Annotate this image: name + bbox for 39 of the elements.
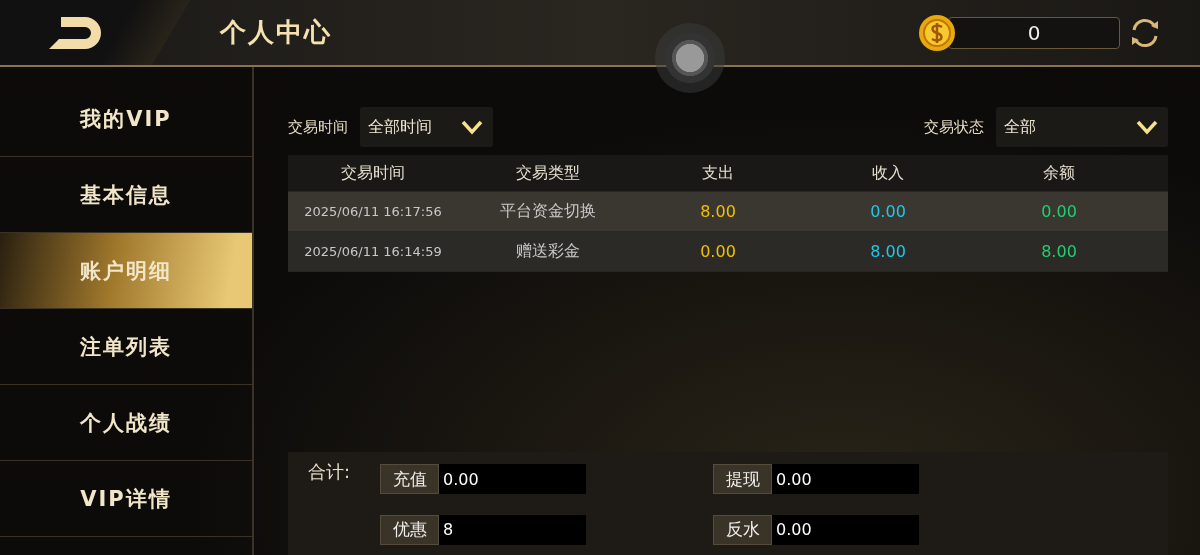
table-cell-text: 2025/06/11 16:14:59 [303,244,443,259]
table-cell-text: 8.00 [699,202,737,221]
value-field: 0.00 [439,464,587,494]
column-header: 交易类型 [515,162,581,184]
filter-dropdown[interactable]: 全部时间 [360,107,493,147]
column-header: 支出 [701,162,735,184]
back-logo-icon [49,16,101,49]
table-cell-text: 2025/06/11 16:17:56 [303,204,443,219]
value-field: 0.00 [772,514,920,545]
summary-label: 合计: [308,460,351,484]
field-label: 充值 [380,464,440,494]
sidebar-item[interactable]: VIP详情 [0,461,252,537]
field-label: 提现 [713,464,773,494]
table-cell-text: 赠送彩金 [515,241,581,262]
filter-dropdown[interactable]: 全部 [996,107,1168,147]
balance-display: 0 [948,16,1120,49]
table-cell-text: 8.00 [1040,242,1078,261]
chevron-down-icon [1136,119,1158,135]
sidebar-item[interactable]: 注单列表 [0,309,252,385]
column-header: 交易时间 [340,162,406,184]
sidebar-item[interactable]: 我的VIP [0,81,252,157]
field-label: 反水 [713,514,773,545]
value-field: 0.00 [772,464,920,494]
filter-label: 交易时间 [288,117,348,137]
field-label: 优惠 [380,514,440,545]
table-cell-text: 0.00 [699,242,737,261]
filter-label: 交易状态 [924,117,984,137]
back-button[interactable] [0,0,190,65]
column-header: 余额 [1042,162,1076,184]
table-cell-text: 8.00 [869,242,907,261]
table-cell-text: 0.00 [869,202,907,221]
value-field: 8 [439,514,587,545]
column-header: 收入 [871,162,905,184]
page-title: 个人中心 [220,16,332,49]
table-cell-text: 0.00 [1040,202,1078,221]
table-cell-text: 平台资金切换 [499,201,597,222]
chevron-down-icon [461,119,483,135]
sidebar-item[interactable]: 个人战绩 [0,385,252,461]
coin-icon [918,13,956,52]
